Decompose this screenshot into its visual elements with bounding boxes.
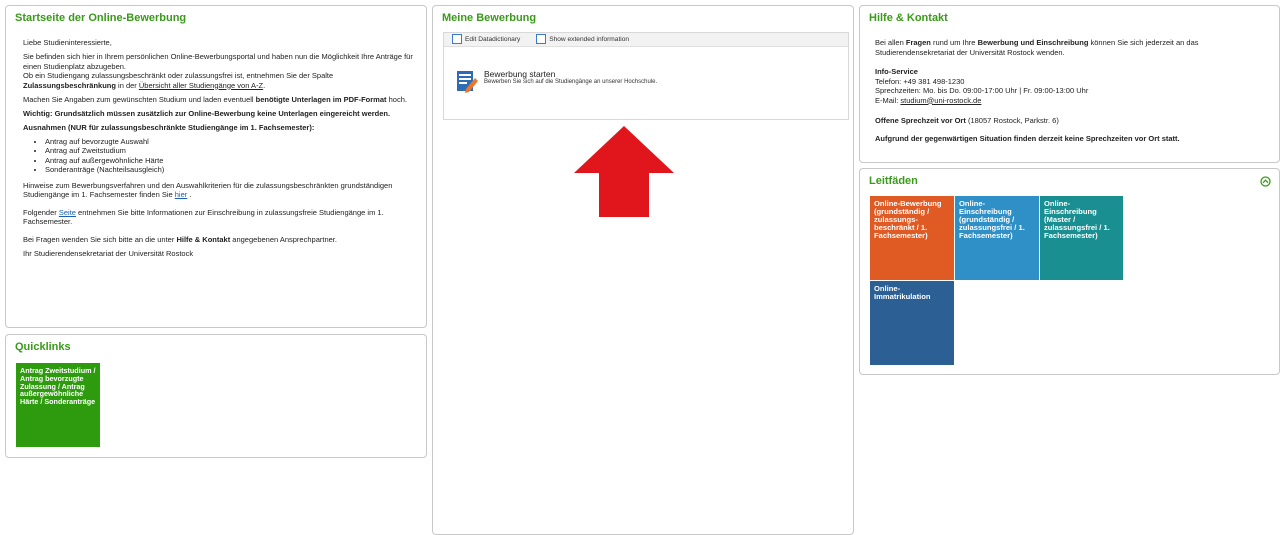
zulassung-text: Ob ein Studiengang zulassungsbeschränkt … — [23, 71, 334, 90]
collapse-icon[interactable] — [1260, 176, 1271, 187]
hilfe-panel: Hilfe & Kontakt Bei allen Fragen rund um… — [859, 5, 1280, 163]
upload-text: Machen Sie Angaben zum gewünschten Studi… — [23, 94, 407, 104]
edit-form-icon — [457, 71, 478, 93]
start-body: Liebe Studieninteressierte, Sie befinden… — [6, 38, 426, 258]
office-text: Offene Sprechzeit vor Ort (18057 Rostock… — [875, 116, 1059, 125]
checkbox-icon — [536, 34, 547, 45]
quicklinks-title: Quicklinks — [15, 341, 71, 353]
bewerbung-toolbar: Edit Datadictionary Show extended inform… — [444, 33, 848, 47]
fragen-text: Bei Fragen wenden Sie sich bitte an die … — [23, 234, 337, 244]
greeting: Liebe Studieninteressierte, — [23, 38, 112, 47]
arrow-up-icon — [574, 126, 674, 217]
einschreibung-text: Folgender Seite entnehmen Sie bitte Info… — [23, 207, 384, 227]
wichtig-text: Wichtig: Grundsätzlich müssen zusätzlich… — [23, 108, 391, 118]
list-item: Antrag auf Zweitstudium — [45, 146, 414, 156]
quicklinks-panel: Quicklinks Antrag Zweitstudium / Antrag … — [5, 334, 427, 458]
hilfe-title: Hilfe & Kontakt — [869, 12, 948, 24]
intro-text: Sie befinden sich hier in Ihrem persönli… — [23, 52, 413, 71]
bewerbung-inner-box: Edit Datadictionary Show extended inform… — [443, 32, 849, 120]
phone-text: Telefon: +49 381 498-1230 — [875, 76, 965, 86]
quicklink-tile-antrag[interactable]: Antrag Zweitstudium / Antrag bevorzugte … — [16, 363, 100, 447]
start-title: Startseite der Online-Bewerbung — [15, 12, 187, 24]
leitfaden-tile-bewerbung[interactable]: Online-Bewerbung (grundständig / zulassu… — [870, 196, 954, 280]
show-extended-checkbox[interactable]: Show extended information — [536, 34, 629, 45]
leitfaden-tile-immatrikulation[interactable]: Online-Immatrikulation — [870, 281, 954, 365]
leitfaden-title: Leitfäden — [869, 175, 918, 187]
start-panel: Startseite der Online-Bewerbung Liebe St… — [5, 5, 427, 328]
list-item: Antrag auf bevorzugte Auswahl — [45, 137, 414, 147]
hours-text: Sprechzeiten: Mo. bis Do. 09:00-17:00 Uh… — [875, 86, 1089, 95]
seite-link[interactable]: Seite — [59, 208, 76, 217]
notice-text: Aufgrund der gegenwärtigen Situation fin… — [875, 133, 1180, 143]
bewerbung-starten-title: Bewerbung starten — [484, 69, 556, 79]
ausnahmen-list: Antrag auf bevorzugte Auswahl Antrag auf… — [23, 137, 414, 175]
hilfe-intro: Bei allen Fragen rund um Ihre Bewerbung … — [875, 38, 1199, 57]
signature-text: Ihr Studierendensekretariat der Universi… — [23, 248, 194, 258]
studiengaenge-link[interactable]: Übersicht aller Studiengänge von A-Z — [139, 81, 263, 90]
info-service-title: Info-Service — [875, 67, 918, 76]
ausnahmen-text: Ausnahmen (NUR für zulassungsbeschränkte… — [23, 122, 315, 132]
edit-datadictionary-checkbox[interactable]: Edit Datadictionary — [452, 34, 520, 45]
leitfaden-panel: Leitfäden Online-Bewerbung (grundständig… — [859, 168, 1280, 375]
list-item: Antrag auf außergewöhnliche Härte — [45, 156, 414, 166]
bewerbung-title: Meine Bewerbung — [442, 12, 537, 24]
list-item: Sonderanträge (Nachteilsausgleich) — [45, 165, 414, 175]
bewerbung-starten-subtitle: Bewerben Sie sich auf die Studiengänge a… — [484, 79, 658, 85]
hier-link[interactable]: hier — [175, 190, 188, 199]
email-row: E-Mail: studium@uni-rostock.de — [875, 95, 982, 105]
bewerbung-starten-item[interactable]: Bewerbung starten Bewerben Sie sich auf … — [456, 69, 756, 97]
checkbox-icon — [452, 34, 462, 45]
leitfaden-tile-einschreibung-grundstaendig[interactable]: Online-Einschreibung (grundständig / zul… — [955, 196, 1039, 280]
hinweise-text: Hinweise zum Bewerbungsverfahren und den… — [23, 180, 393, 200]
hilfe-body: Bei allen Fragen rund um Ihre Bewerbung … — [860, 38, 1279, 143]
bewerbung-panel: Meine Bewerbung Edit Datadictionary Show… — [432, 5, 854, 535]
email-link[interactable]: studium@uni-rostock.de — [900, 96, 981, 105]
leitfaden-tile-einschreibung-master[interactable]: Online-Einschreibung (Master / zulassung… — [1040, 196, 1123, 280]
